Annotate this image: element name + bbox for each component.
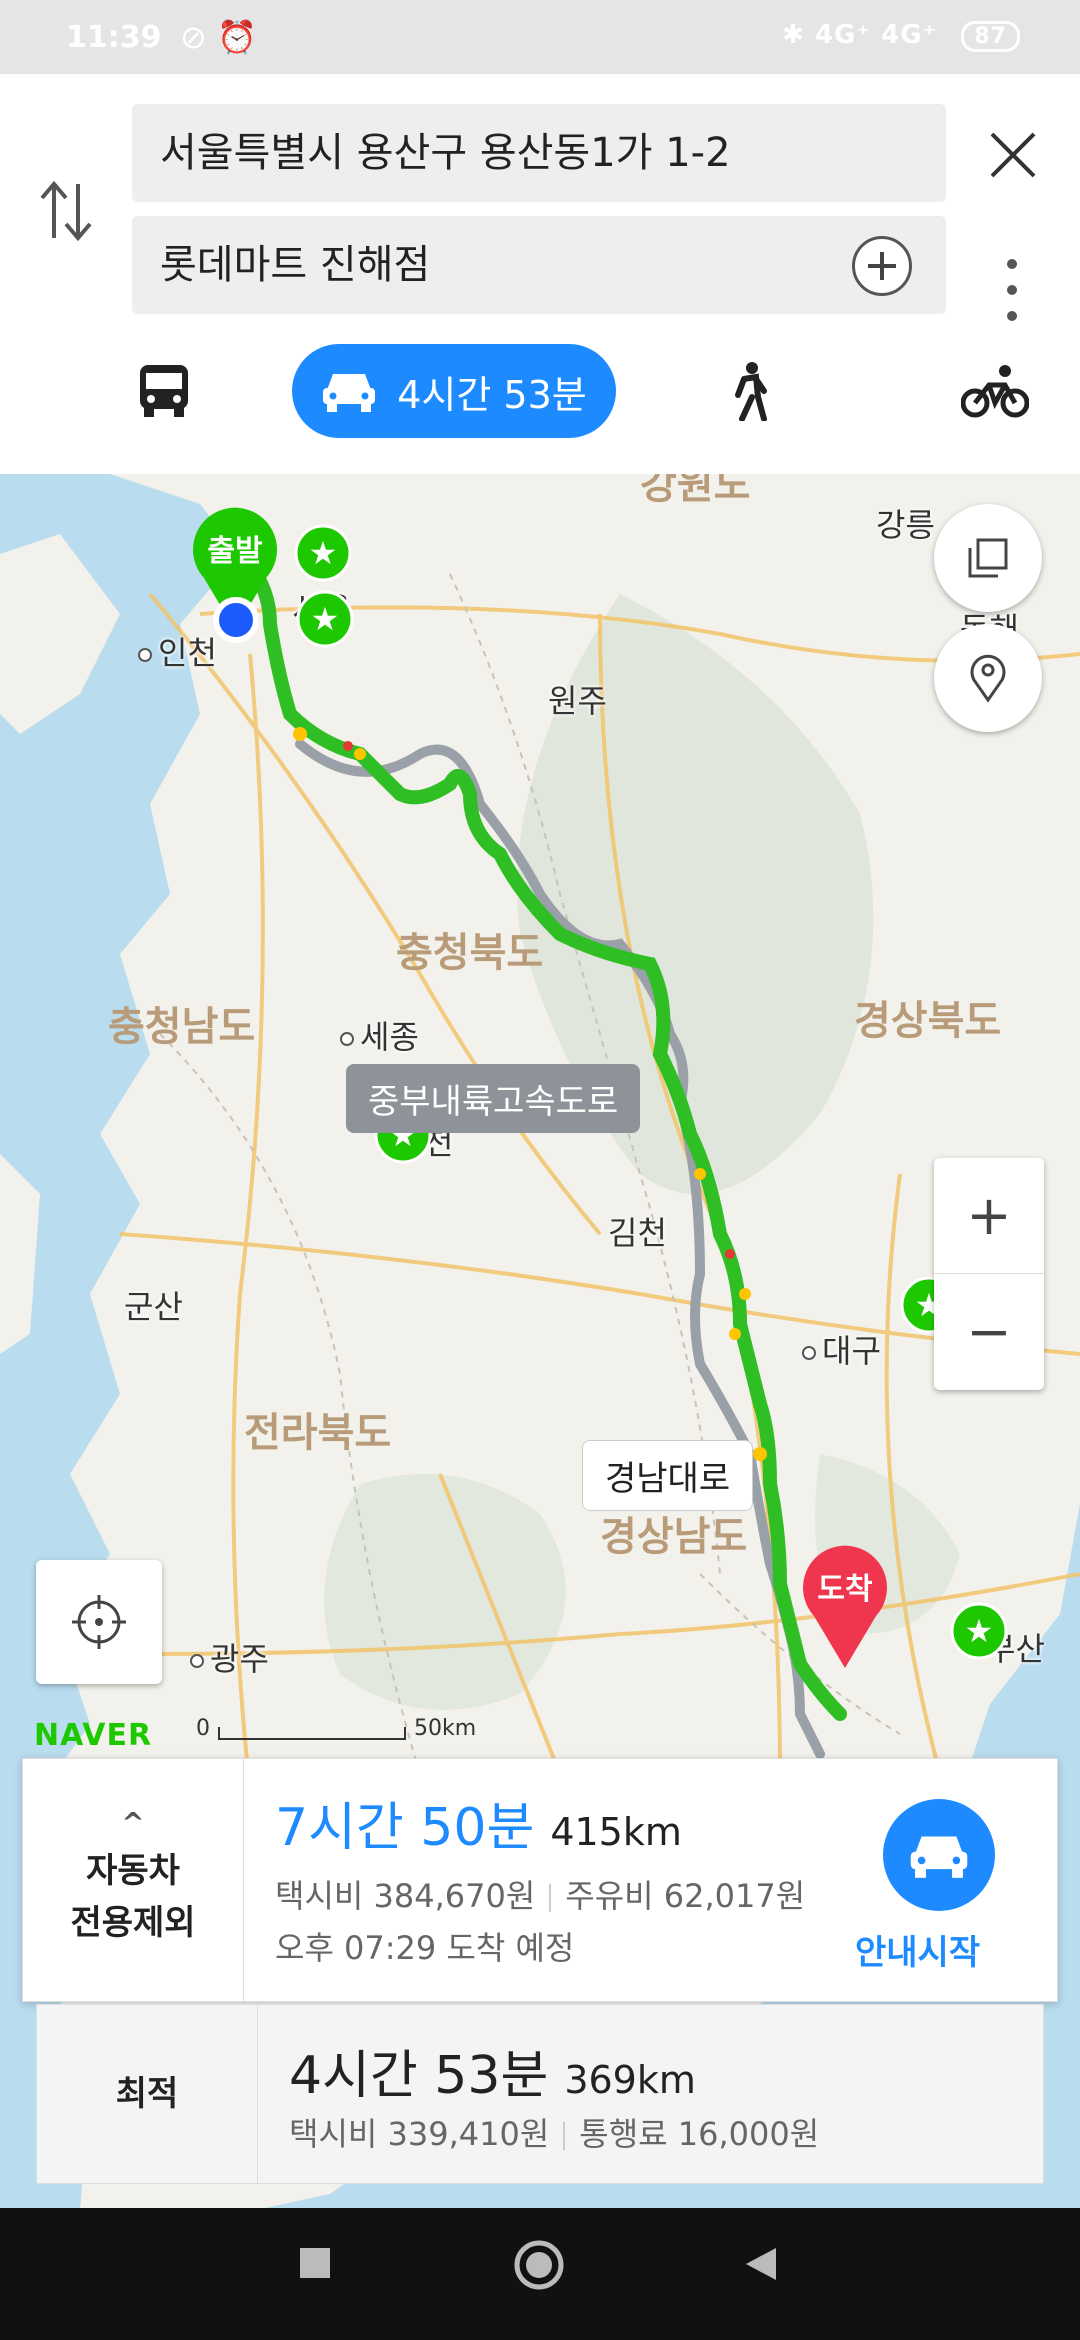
- alarm-icon: ⊘ ⏰: [180, 18, 257, 56]
- zoom-out-button[interactable]: −: [934, 1274, 1044, 1389]
- system-nav-bar: [0, 2208, 1080, 2340]
- crosshair-icon: [72, 1595, 126, 1649]
- layers-icon: [968, 538, 1008, 578]
- route-distance: 369km: [564, 2058, 696, 2102]
- car-duration: 4시간 53분: [397, 372, 587, 417]
- svg-text:★: ★: [311, 600, 340, 638]
- route-duration: 4시간 53분 369km: [289, 2033, 696, 2108]
- tab-car[interactable]: 4시간 53분: [292, 344, 616, 438]
- clock: 11:39: [66, 20, 162, 55]
- close-icon[interactable]: [984, 126, 1042, 184]
- zoom-controls: + −: [934, 1158, 1044, 1390]
- route-costs: 택시비 339,410원 통행료 16,000원: [289, 2109, 819, 2155]
- city-label: 원주: [548, 682, 607, 720]
- start-navigation-label[interactable]: 안내시작: [855, 1925, 980, 1974]
- route-type-label: 최적: [115, 2074, 179, 2114]
- svg-text:★: ★: [309, 534, 338, 572]
- route-search-panel: 서울특별시 용산구 용산동1가 1-2 롯데마트 진해점 4시간 53분: [0, 74, 1080, 475]
- back-icon[interactable]: [744, 2246, 778, 2282]
- network-indicator: 4G⁺ 4G⁺: [814, 20, 938, 50]
- start-navigation-button[interactable]: [883, 1799, 995, 1911]
- bluetooth-icon: ✱: [782, 20, 815, 50]
- region-label: 강원도: [640, 474, 751, 508]
- tab-transit[interactable]: [130, 344, 198, 438]
- route-duration-text: 4시간 53분: [289, 2046, 549, 2106]
- route-option-selected[interactable]: ^ 자동차 전용제외 7시간 50분 415km 택시비 384,670원 주유비 …: [22, 1758, 1058, 2002]
- fuel-cost: 주유비 62,017원: [565, 1877, 806, 1915]
- destination-pin-label: 도착: [817, 1572, 873, 1607]
- scale-bar: 0 50km: [196, 1716, 476, 1741]
- star-poi-icon: ★: [294, 524, 352, 582]
- road-tag-selected[interactable]: 경남대로: [582, 1440, 754, 1511]
- region-label: 경상북도: [854, 998, 1002, 1044]
- city-label: 세종: [340, 1012, 419, 1058]
- tab-bicycle[interactable]: [960, 344, 1030, 438]
- arrival-estimate: 오후 07:29 도착 예정: [275, 1929, 575, 1967]
- region-label: 경상남도: [600, 1514, 748, 1560]
- city-label: 광주: [190, 1634, 269, 1680]
- star-poi-icon: ★: [296, 590, 354, 648]
- route-distance: 415km: [550, 1810, 682, 1854]
- home-icon[interactable]: [512, 2238, 566, 2292]
- scale-start: 0: [196, 1716, 210, 1741]
- walk-icon: [735, 362, 767, 421]
- recent-apps-icon[interactable]: [298, 2246, 332, 2280]
- origin-field[interactable]: 서울특별시 용산구 용산동1가 1-2: [132, 104, 946, 202]
- scale-end: 50km: [414, 1716, 477, 1741]
- route-duration-text: 7시간 50분: [275, 1798, 535, 1858]
- route-costs: 택시비 384,670원 주유비 62,017원: [275, 1871, 805, 1917]
- route-duration: 7시간 50분 415km: [275, 1785, 682, 1860]
- destination-pin[interactable]: 도착: [800, 1542, 890, 1672]
- star-poi-icon: ★: [950, 1602, 1008, 1660]
- swap-direction-icon[interactable]: [38, 178, 94, 244]
- region-label: 전라북도: [244, 1410, 392, 1456]
- status-bar: 11:39 ⊘ ⏰ ✱ 4G⁺ 4G⁺ 87: [0, 0, 1080, 74]
- route-type: ^ 자동차 전용제외: [23, 1759, 244, 2001]
- taxi-fare: 택시비 339,410원: [289, 2115, 550, 2153]
- car-icon: [323, 374, 376, 412]
- battery-indicator: 87: [961, 21, 1020, 52]
- route-type: 최적: [37, 2005, 258, 2183]
- add-waypoint-button[interactable]: [852, 236, 912, 296]
- zoom-in-button[interactable]: +: [934, 1158, 1044, 1274]
- city-label: 김천: [608, 1214, 667, 1252]
- layers-button[interactable]: [934, 504, 1042, 612]
- city-label: 군산: [124, 1288, 183, 1326]
- route-type-label: 자동차 전용제외: [70, 1851, 196, 1943]
- region-label: 충청남도: [108, 1004, 256, 1050]
- route-option-fastest[interactable]: 최적 4시간 53분 369km 택시비 339,410원 통행료 16,000원: [36, 2004, 1044, 2184]
- toll-cost: 통행료 16,000원: [579, 2115, 820, 2153]
- city-label: 강릉: [876, 506, 935, 544]
- transport-mode-tabs: 4시간 53분: [0, 344, 1080, 444]
- place-marker-button[interactable]: [934, 624, 1042, 732]
- bus-icon: [140, 365, 188, 417]
- car-icon: [910, 1836, 968, 1878]
- destination-text: 롯데마트 진해점: [160, 242, 431, 288]
- city-label: 대구: [802, 1326, 881, 1372]
- svg-text:★: ★: [965, 1612, 994, 1650]
- taxi-fare: 택시비 384,670원: [275, 1877, 536, 1915]
- region-label: 충청북도: [396, 930, 544, 976]
- chevron-up-icon[interactable]: ^: [121, 1809, 144, 1837]
- naver-logo: NAVER: [34, 1718, 153, 1753]
- status-icons: ✱ 4G⁺ 4G⁺ 87: [782, 20, 1020, 52]
- origin-pin-label: 출발: [207, 534, 263, 569]
- pin-outline-icon: [970, 654, 1006, 703]
- destination-field[interactable]: 롯데마트 진해점: [132, 216, 946, 314]
- bicycle-icon: [961, 365, 1029, 418]
- locate-me-button[interactable]: [36, 1560, 162, 1684]
- more-options-icon[interactable]: [1000, 250, 1024, 330]
- current-location-marker: [213, 597, 259, 643]
- tab-walk[interactable]: [720, 344, 780, 438]
- road-tag-alternate[interactable]: 중부내륙고속도로: [346, 1064, 641, 1133]
